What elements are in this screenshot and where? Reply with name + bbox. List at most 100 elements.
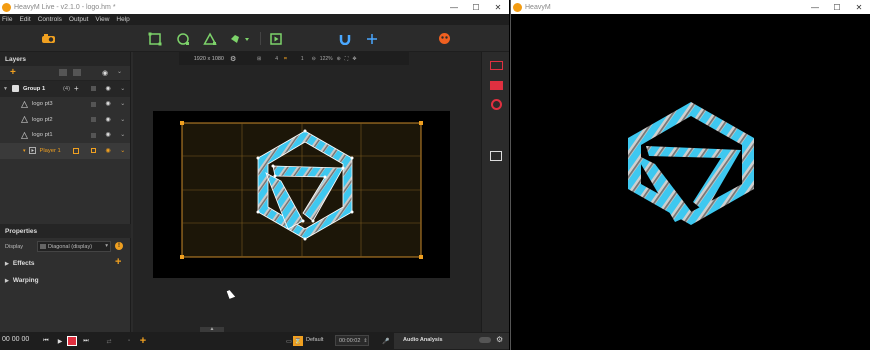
duration-field[interactable]: 00:00:02 ⇕ — [335, 335, 369, 346]
snap-points-icon[interactable]: ⌗ — [284, 56, 287, 62]
fit-screen-icon[interactable]: ⛶ — [345, 56, 349, 62]
group-add-icon[interactable]: + — [74, 84, 79, 93]
projector-icon[interactable] — [41, 31, 56, 46]
add-sequence-icon[interactable]: + — [138, 335, 148, 347]
visibility-eye-icon[interactable]: ◉ — [106, 148, 111, 154]
sequence-icon[interactable]: ▪ — [124, 336, 134, 346]
main-window-title: HeavyM Live - v2.1.0 - logo.hm * — [14, 3, 116, 11]
add-effect-icon[interactable]: + — [115, 256, 121, 268]
projection-stage[interactable] — [153, 111, 450, 278]
info-icon[interactable]: ! — [115, 242, 123, 250]
chevron-down-icon[interactable]: ⌄ — [120, 117, 125, 123]
close-button[interactable]: ✕ — [487, 0, 509, 14]
ungroup-layers-icon[interactable] — [73, 69, 81, 76]
maximize-button[interactable]: ☐ — [826, 0, 848, 14]
lock-toggle-icon[interactable] — [90, 117, 96, 123]
output-frame-icon[interactable] — [490, 61, 503, 70]
audio-settings-gear-icon[interactable]: ⚙ — [496, 335, 503, 344]
shuffle-icon[interactable]: ⇄ — [104, 336, 114, 346]
main-titlebar: HeavyM Live - v2.1.0 - logo.hm * — ☐ ✕ — [0, 0, 509, 14]
lock-toggle-icon[interactable] — [90, 132, 96, 138]
layer-logo-pt3[interactable]: logo pt3 ◉ ⌄ — [0, 97, 130, 113]
media-badge-icon[interactable] — [73, 147, 79, 154]
stop-button[interactable] — [67, 336, 77, 346]
visibility-eye-icon[interactable]: ◉ — [106, 86, 111, 92]
properties-panel-title: Properties — [0, 224, 131, 238]
chevron-down-icon[interactable]: ⌄ — [117, 68, 122, 75]
visibility-eye-icon[interactable]: ◉ — [106, 117, 111, 123]
add-layer-icon[interactable]: + — [10, 67, 16, 78]
layer-name: Group 1 — [22, 85, 46, 92]
fit-grid-icon[interactable]: ⊞ — [257, 56, 261, 62]
menu-output[interactable]: Output — [69, 16, 89, 23]
maximize-button[interactable]: ☐ — [465, 0, 487, 14]
canvas-area[interactable]: 1920 x 1080 ⚙ ⊞ 4 ⌗ 1 ⊖ 122% ⊕ ⛶ ✥ ▲ — [133, 52, 481, 332]
crosshair-add-icon[interactable] — [364, 31, 379, 46]
minimize-button[interactable]: — — [804, 0, 826, 14]
close-button[interactable]: ✕ — [848, 0, 870, 14]
right-tool-strip — [481, 52, 509, 332]
target-icon[interactable] — [491, 99, 502, 110]
lock-toggle-icon[interactable] — [90, 101, 96, 107]
play-icon[interactable]: ▶ — [55, 336, 65, 346]
menu-help[interactable]: Help — [116, 16, 129, 23]
layer-name: logo pt1 — [32, 132, 53, 139]
warping-row[interactable]: ▶ Warping — [0, 272, 131, 289]
default-sequence-label[interactable]: Default — [306, 337, 323, 343]
audio-toggle-switch[interactable] — [479, 337, 491, 343]
player-settings-icon[interactable] — [490, 151, 502, 161]
zoom-in-icon[interactable]: ⊕ — [337, 56, 341, 62]
lock-toggle-icon[interactable] — [90, 86, 96, 92]
zoom-out-icon[interactable]: ⊖ — [312, 56, 316, 62]
resolution-box[interactable]: 1920 x 1080 ⚙ — [179, 52, 251, 65]
display-icon — [40, 244, 46, 249]
tempo-icon[interactable]: ⌛ — [293, 336, 303, 346]
layer-player-1[interactable]: ▾ Player 1 ◉ ⌄ — [0, 143, 130, 159]
circle-shape-tool-icon[interactable] — [175, 31, 190, 46]
menu-edit[interactable]: Edit — [19, 16, 30, 23]
menu-file[interactable]: File — [2, 16, 12, 23]
display-select[interactable]: Diagonal (display) ▾ — [37, 241, 111, 252]
menu-controls[interactable]: Controls — [38, 16, 62, 23]
layer-group-1[interactable]: ▼ Group 1 (4) + ◉ ⌄ — [0, 81, 130, 97]
layer-logo-pt1[interactable]: logo pt1 ◉ ⌄ — [0, 128, 130, 144]
lock-toggle-icon[interactable] — [90, 148, 96, 154]
resolution-settings-gear-icon[interactable]: ⚙ — [230, 55, 236, 63]
chevron-down-icon[interactable]: ⌄ — [120, 101, 125, 107]
group-layers-icon[interactable] — [59, 69, 67, 76]
minimize-button[interactable]: — — [443, 0, 465, 14]
warping-label: Warping — [12, 277, 39, 284]
visibility-eye-icon[interactable]: ◉ — [106, 132, 111, 138]
view-tools-bar: ⊞ 4 ⌗ 1 ⊖ 122% ⊕ ⛶ ✥ — [251, 52, 409, 65]
layer-logo-pt2[interactable]: logo pt2 ◉ ⌄ — [0, 112, 130, 128]
chevron-down-icon[interactable]: ⌄ — [120, 148, 125, 154]
chevron-down-icon[interactable]: ⌄ — [120, 86, 125, 92]
magnet-snap-icon[interactable] — [337, 31, 352, 46]
freeform-tool-dropdown-icon[interactable] — [229, 31, 253, 46]
triangle-shape-icon — [20, 100, 29, 108]
visibility-eye-icon[interactable]: ◉ — [106, 101, 111, 107]
chevron-down-icon: ▾ — [105, 243, 108, 249]
main-window: HeavyM Live - v2.1.0 - logo.hm * — ☐ ✕ F… — [0, 0, 509, 350]
resolution-label: 1920 x 1080 — [193, 55, 224, 62]
triangle-shape-tool-icon[interactable] — [202, 31, 217, 46]
chevron-down-icon[interactable]: ⌄ — [120, 132, 125, 138]
live-mode-icon[interactable] — [437, 31, 452, 46]
add-player-tool-icon[interactable] — [268, 31, 283, 46]
output-window-title: HeavyM — [525, 3, 551, 11]
output-fill-icon[interactable] — [490, 81, 503, 90]
heavym-app-icon — [513, 2, 522, 12]
output-titlebar: HeavyM — ☐ ✕ — [511, 0, 870, 14]
expand-arrow-icon[interactable]: ▶ — [5, 278, 9, 284]
skip-back-icon[interactable]: ⏮ — [41, 336, 51, 346]
rectangle-shape-tool-icon[interactable] — [147, 31, 162, 46]
expand-triangle-icon[interactable]: ▼ — [3, 86, 8, 92]
menu-view[interactable]: View — [95, 16, 109, 23]
expand-arrow-icon[interactable]: ▶ — [5, 261, 9, 267]
spin-icon[interactable]: ⇕ — [363, 338, 367, 344]
visibility-all-eye-icon[interactable]: ◉ — [102, 69, 108, 77]
pan-move-icon[interactable]: ✥ — [352, 56, 356, 62]
audio-mic-icon[interactable]: 🎤 — [381, 336, 391, 346]
effects-row[interactable]: ▶ Effects + — [0, 255, 131, 272]
skip-forward-icon[interactable]: ⏭ — [81, 336, 91, 346]
